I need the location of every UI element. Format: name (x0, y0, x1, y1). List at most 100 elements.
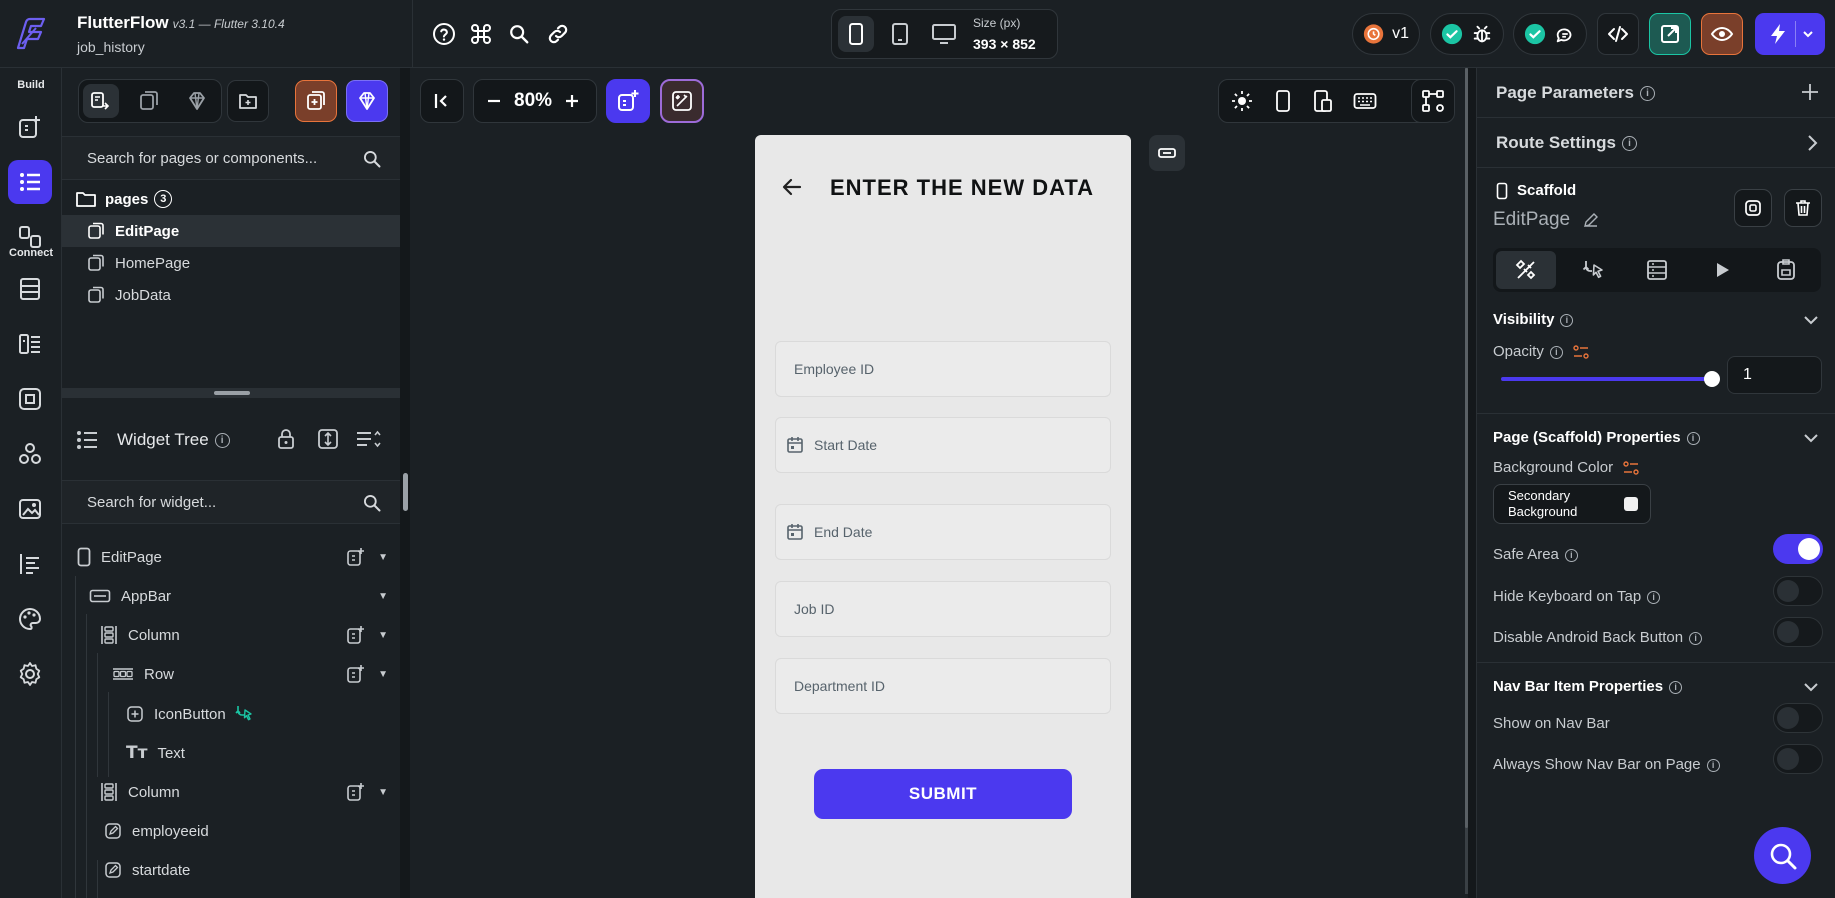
add-parameter-icon[interactable] (1800, 82, 1820, 102)
marketplace-tab-icon[interactable] (179, 84, 215, 118)
flutterflow-logo-icon[interactable] (14, 14, 48, 52)
actions-tab-icon[interactable] (1563, 251, 1623, 289)
add-widget-button[interactable] (606, 79, 650, 123)
app-values-icon[interactable] (8, 322, 52, 366)
page-search-input[interactable]: Search for pages or components... (62, 136, 400, 180)
zoom-in-icon[interactable] (564, 93, 580, 109)
zoom-level[interactable]: 80% (514, 90, 552, 112)
sort-options-icon[interactable] (355, 429, 381, 449)
panel-scrollbar[interactable] (403, 473, 408, 511)
background-color-picker[interactable]: Secondary Background (1493, 484, 1651, 524)
tree-node-editpage[interactable]: EditPage ▼ (77, 541, 400, 573)
backend-query-tab-icon[interactable] (1627, 251, 1687, 289)
tree-node-iconbutton[interactable]: IconButton (126, 698, 400, 730)
start-date-field[interactable]: Start Date (775, 417, 1111, 473)
info-icon[interactable]: i (1647, 590, 1661, 604)
code-button[interactable] (1597, 13, 1639, 55)
search-icon[interactable] (506, 21, 532, 47)
duplicate-button[interactable] (1734, 189, 1772, 227)
phone-device-icon[interactable] (838, 16, 874, 52)
size-value[interactable]: 393 × 852 (973, 36, 1036, 52)
animation-tab-icon[interactable] (1692, 251, 1752, 289)
comments-status[interactable] (1513, 13, 1587, 55)
settings-gear-icon[interactable] (8, 652, 52, 696)
hide-keyboard-toggle[interactable] (1773, 576, 1823, 606)
opacity-slider-thumb[interactable] (1704, 371, 1720, 387)
show-navbar-toggle[interactable] (1773, 703, 1823, 733)
caret-down-icon[interactable]: ▼ (378, 630, 388, 641)
chevron-down-icon[interactable] (1803, 432, 1819, 444)
add-child-icon[interactable] (346, 625, 366, 645)
action-flow-icon[interactable] (234, 704, 254, 724)
tree-node-text[interactable]: Tт Text (126, 737, 400, 769)
page-item-homepage[interactable]: HomePage (62, 247, 400, 279)
tree-node-row[interactable]: Row ▼ (112, 658, 400, 690)
safe-area-toggle[interactable] (1773, 534, 1823, 564)
firestore-icon[interactable] (8, 267, 52, 311)
pages-folder[interactable]: pages 3 (62, 183, 400, 215)
version-badge[interactable]: v1 (1352, 13, 1420, 55)
widget-palette-icon[interactable] (8, 105, 52, 149)
help-icon[interactable] (431, 21, 457, 47)
run-external-button[interactable] (1649, 13, 1691, 55)
command-icon[interactable] (468, 21, 494, 47)
phone-preview-icon[interactable] (1275, 89, 1291, 113)
test-run-button[interactable] (1755, 13, 1825, 55)
project-name[interactable]: job_history (77, 39, 145, 55)
properties-tab-icon[interactable] (1496, 251, 1556, 289)
department-id-field[interactable]: Department ID (775, 658, 1111, 714)
info-icon[interactable]: i (1639, 86, 1655, 102)
tree-view-button[interactable] (1411, 79, 1455, 123)
keyboard-icon[interactable] (1353, 91, 1377, 111)
set-from-variable-icon[interactable] (1573, 344, 1589, 360)
responsive-icon[interactable] (1313, 89, 1333, 113)
job-id-field[interactable]: Job ID (775, 581, 1111, 637)
preview-button[interactable] (1701, 13, 1743, 55)
lock-icon[interactable] (276, 428, 296, 450)
edit-pencil-icon[interactable] (1583, 212, 1599, 228)
info-icon[interactable]: i (1621, 136, 1637, 152)
tree-node-column[interactable]: Column ▼ (100, 619, 400, 651)
info-icon[interactable]: i (1549, 345, 1563, 359)
always-navbar-toggle[interactable] (1773, 744, 1823, 774)
back-arrow-icon[interactable] (780, 175, 804, 199)
caret-down-icon[interactable]: ▼ (378, 787, 388, 798)
info-icon[interactable]: i (1689, 631, 1703, 645)
info-icon[interactable]: i (1564, 548, 1578, 562)
info-icon[interactable]: i (1686, 431, 1700, 445)
zoom-out-icon[interactable] (486, 93, 502, 109)
chevron-right-icon[interactable] (1806, 134, 1818, 152)
widget-toggle-chip[interactable] (1149, 135, 1185, 171)
add-child-icon[interactable] (346, 547, 366, 567)
add-page-button[interactable] (295, 80, 337, 122)
route-settings-row[interactable]: Route Settings i (1477, 118, 1835, 168)
add-child-icon[interactable] (346, 782, 366, 802)
custom-code-icon[interactable] (8, 542, 52, 586)
opacity-slider-track[interactable] (1501, 377, 1711, 381)
page-parameters-row[interactable]: Page Parameters i (1477, 68, 1835, 118)
light-mode-icon[interactable] (1231, 90, 1253, 112)
opacity-input[interactable]: 1 (1727, 356, 1822, 394)
page-state-tab-icon[interactable] (1756, 251, 1816, 289)
info-icon[interactable]: i (1560, 313, 1574, 327)
api-calls-icon[interactable] (8, 377, 52, 421)
templates-button[interactable] (346, 80, 388, 122)
add-child-icon[interactable] (346, 664, 366, 684)
new-folder-button[interactable] (227, 80, 269, 122)
theme-settings-icon[interactable] (8, 597, 52, 641)
canvas-scroll-thumb[interactable] (1465, 68, 1468, 828)
tree-node-startdate[interactable]: startdate (104, 854, 400, 886)
debug-status[interactable] (1430, 13, 1504, 55)
delete-button[interactable] (1784, 189, 1822, 227)
pages-tab-icon[interactable] (83, 84, 119, 118)
submit-button[interactable]: SUBMIT (814, 769, 1072, 819)
info-icon[interactable]: i (1706, 758, 1720, 772)
disable-back-toggle[interactable] (1773, 617, 1823, 647)
ai-gen-button[interactable] (660, 79, 704, 123)
caret-down-icon[interactable]: ▼ (378, 591, 388, 602)
page-item-jobdata[interactable]: JobData (62, 279, 400, 311)
chevron-down-icon[interactable] (1803, 314, 1819, 326)
search-fab[interactable] (1754, 827, 1811, 884)
caret-down-icon[interactable]: ▼ (378, 669, 388, 680)
employee-id-field[interactable]: Employee ID (775, 341, 1111, 397)
